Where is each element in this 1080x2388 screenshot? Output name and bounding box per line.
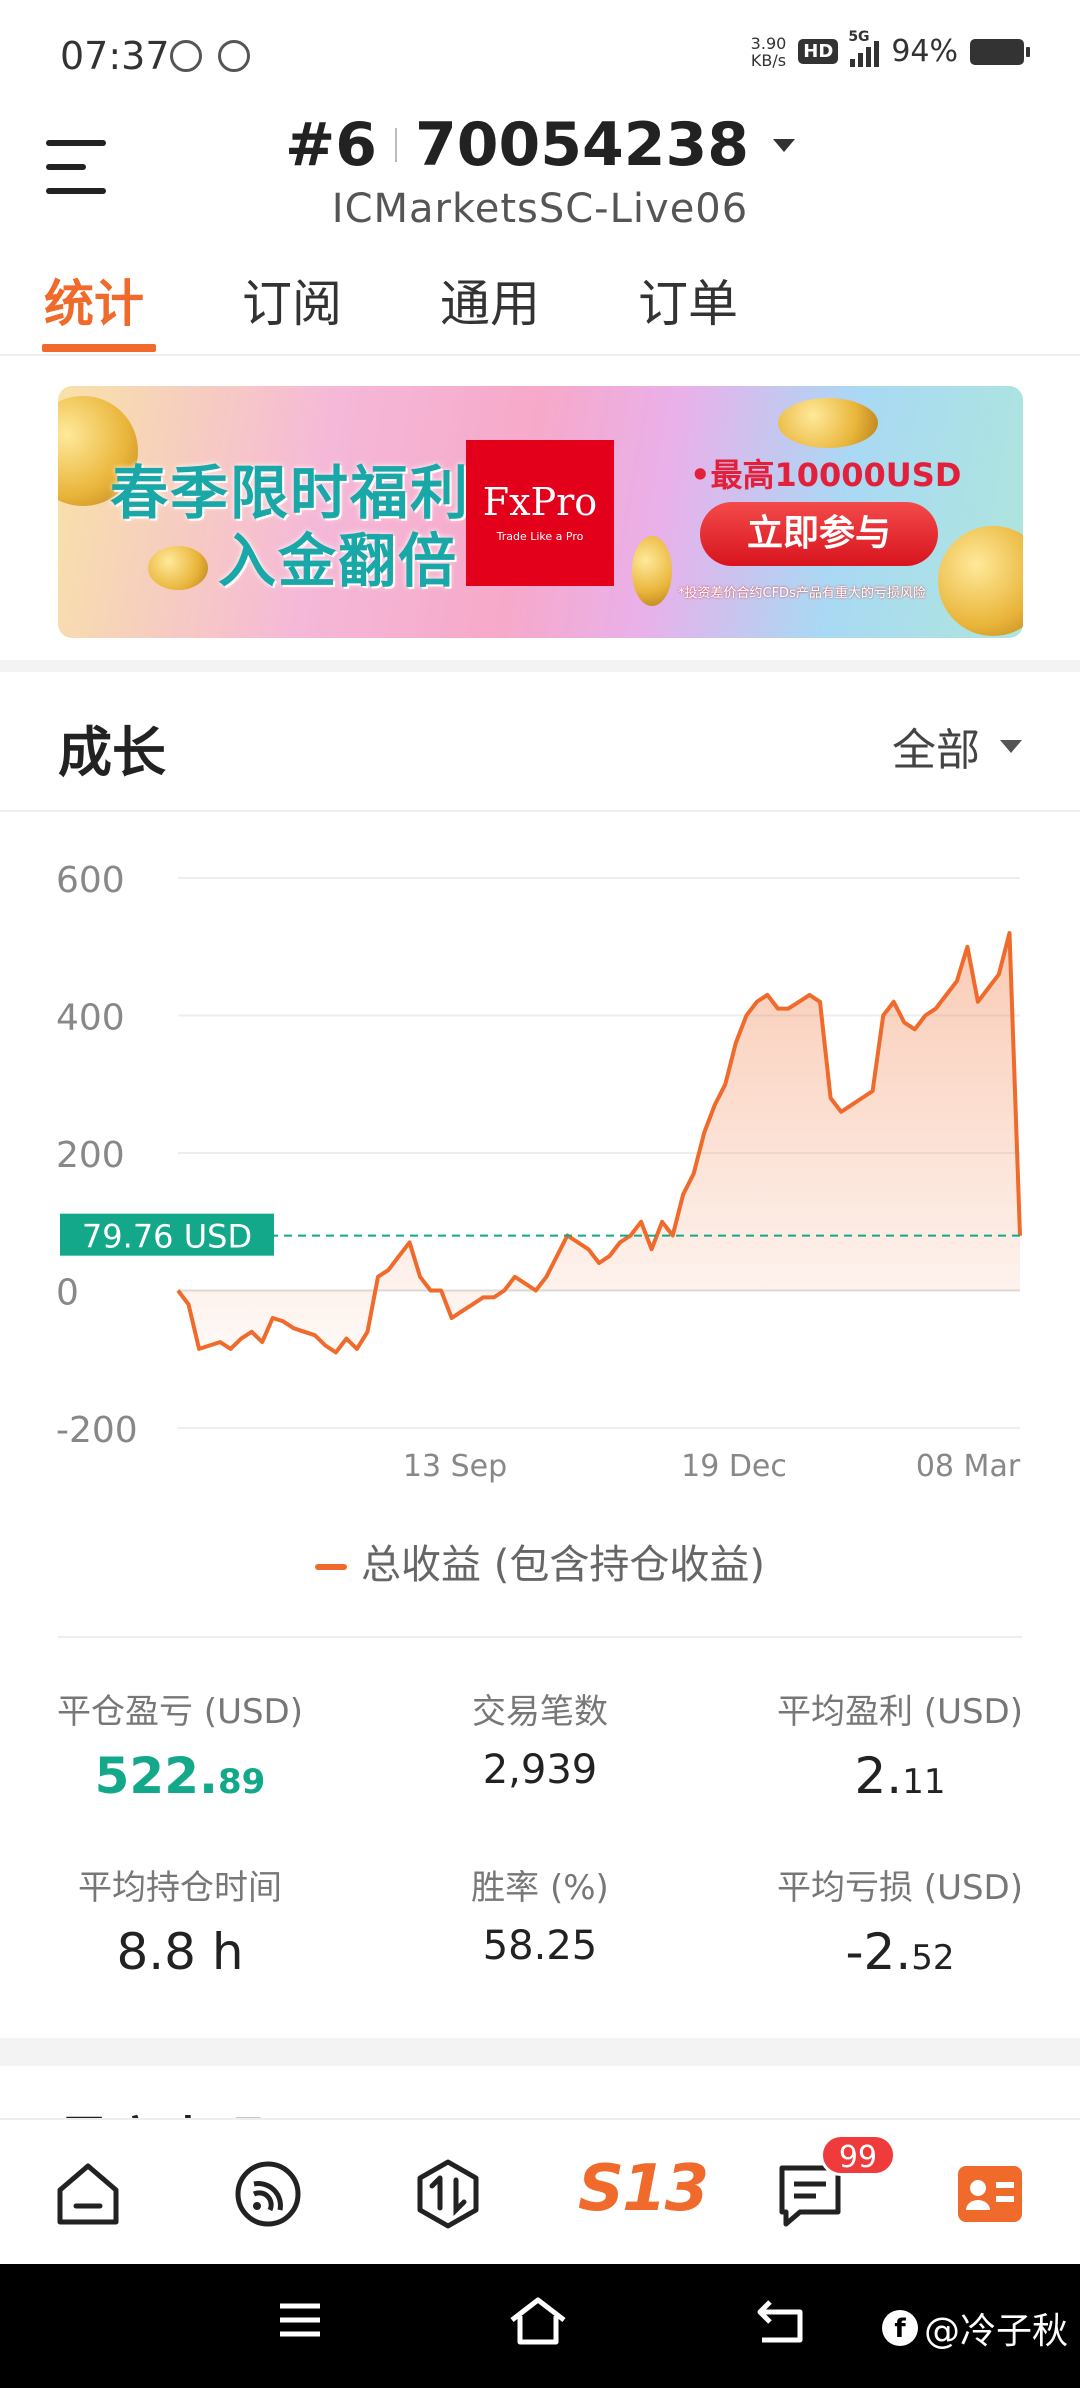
series-area [178,933,1020,1353]
profile-card-icon[interactable] [952,2156,1028,2232]
stat-avg-hold: 平均持仓时间 8.8 h [0,1860,360,1981]
current-value-label: 79.76 USD [82,1218,252,1256]
active-tab-indicator [42,344,156,352]
y-tick-label: 200 [56,1135,125,1176]
hd-icon: HD [798,39,839,64]
stat-avg-loss: 平均亏损 (USD) -2.52 [720,1860,1080,1981]
x-tick-label: 08 Mar [916,1449,1021,1484]
account-selector[interactable]: #6 70054238 [285,110,795,180]
risk-disclaimer: *投资差价合约CFDs产品有重大的亏损风险 [678,586,926,601]
s13-logo[interactable]: S13 [578,2152,709,2226]
join-now-button[interactable]: 立即参与 [700,502,938,566]
home-icon[interactable] [50,2156,126,2232]
section-divider [0,660,1080,672]
x-tick-label: 19 Dec [681,1449,787,1484]
account-separator [395,128,398,162]
stat-label: 交易笔数 [472,1692,608,1732]
status-bar: 07:37 3.90 KB/s HD 5G 94% [0,0,1080,120]
stat-value: 2.11 [854,1747,946,1805]
account-prefix: #6 [284,110,378,180]
legend-swatch [315,1564,348,1570]
server-name: ICMarketsSC-Live06 [331,186,749,232]
coin-icon [148,546,208,590]
legend-label: 总收益 (包含持仓收益) [361,1542,765,1588]
y-tick-label: 400 [56,998,125,1039]
stat-label: 平均盈利 (USD) [777,1692,1023,1732]
battery-percent: 94% [891,34,958,69]
facebook-icon: f [881,2310,918,2346]
bottom-nav: S13 99 [0,2118,1080,2264]
stat-avg-profit: 平均盈利 (USD) 2.11 [720,1684,1080,1805]
vpn-icon [218,40,250,72]
stat-trades: 交易笔数 2,939 [360,1684,720,1793]
growth-chart[interactable]: 600 400 200 0 -200 13 Sep 19 Dec 08 Mar 79.76 US… [0,830,1080,1510]
status-icons [170,40,250,72]
stat-closed-pnl: 平仓盈亏 (USD) 522.89 [0,1684,360,1805]
promo-banner[interactable]: 春季限时福利 入金翻倍 FxPro Trade Like a Pro •最高10… [58,386,1023,638]
message-badge: 99 [820,2134,896,2176]
chevron-down-icon [1000,739,1022,753]
coin-icon [778,398,878,448]
stat-label: 平仓盈亏 (USD) [57,1692,303,1732]
home-button-icon[interactable] [508,2296,568,2352]
stat-label: 胜率 (%) [471,1868,609,1908]
range-select[interactable]: 全部 [892,714,1022,778]
chart-legend[interactable]: 总收益 (包含持仓收益) [0,1532,1080,1590]
stat-value: 2,939 [482,1747,598,1793]
tab-subscribe[interactable]: 订阅 [242,264,342,336]
stat-value: 8.8 h [116,1923,244,1981]
signal-icon: 5G [848,29,880,67]
tab-bar: 统计 订阅 通用 订单 [0,248,1080,356]
coin-icon [938,526,1023,636]
recent-apps-icon[interactable] [276,2296,324,2348]
battery-icon [970,38,1030,65]
section-divider [0,2038,1080,2066]
banner-subheadline: 入金翻倍 [218,527,459,595]
stat-value: 522.89 [94,1747,266,1805]
stat-label: 平均持仓时间 [78,1868,282,1908]
x-tick-label: 13 Sep [403,1449,507,1484]
net-speed: 3.90 KB/s [750,33,787,70]
watermark: f @冷子秋 [881,2302,1068,2354]
stat-value: -2.52 [845,1923,955,1981]
tab-orders[interactable]: 订单 [638,264,738,336]
status-time: 07:37 [60,34,170,78]
status-right: 3.90 KB/s HD 5G 94% [750,29,1030,70]
app-header: #6 70054238 ICMarketsSC-Live06 [0,110,1080,240]
signal-feed-icon[interactable] [230,2156,306,2232]
y-tick-label: 600 [56,860,125,901]
stat-label: 平均亏损 (USD) [777,1868,1023,1908]
account-number: 70054238 [415,110,749,180]
chevron-down-icon [773,138,795,152]
growth-chart-svg: 600 400 200 0 -200 13 Sep 19 Dec 08 Mar 79.76 US… [56,860,1022,1484]
trade-icon[interactable] [410,2156,486,2232]
system-nav-bar: f @冷子秋 [0,2264,1080,2388]
account-title: #6 70054238 ICMarketsSC-Live06 [0,110,1080,232]
stat-value: 58.25 [482,1923,598,1969]
y-tick-label: 0 [56,1273,79,1314]
promo-amount: •最高10000USD [690,456,962,494]
divider [58,1636,1022,1638]
stat-win-rate: 胜率 (%) 58.25 [360,1860,720,1969]
fxpro-logo: FxPro Trade Like a Pro [466,440,614,586]
growth-header: 成长 全部 [0,672,1080,812]
coin-icon [632,536,672,606]
y-tick-label: -200 [56,1410,138,1451]
hotspot-icon [170,40,202,72]
tab-general[interactable]: 通用 [440,264,540,336]
range-select-value: 全部 [892,725,980,776]
back-icon[interactable] [754,2296,806,2352]
tab-stats[interactable]: 统计 [44,264,144,336]
growth-title: 成长 [58,721,166,784]
